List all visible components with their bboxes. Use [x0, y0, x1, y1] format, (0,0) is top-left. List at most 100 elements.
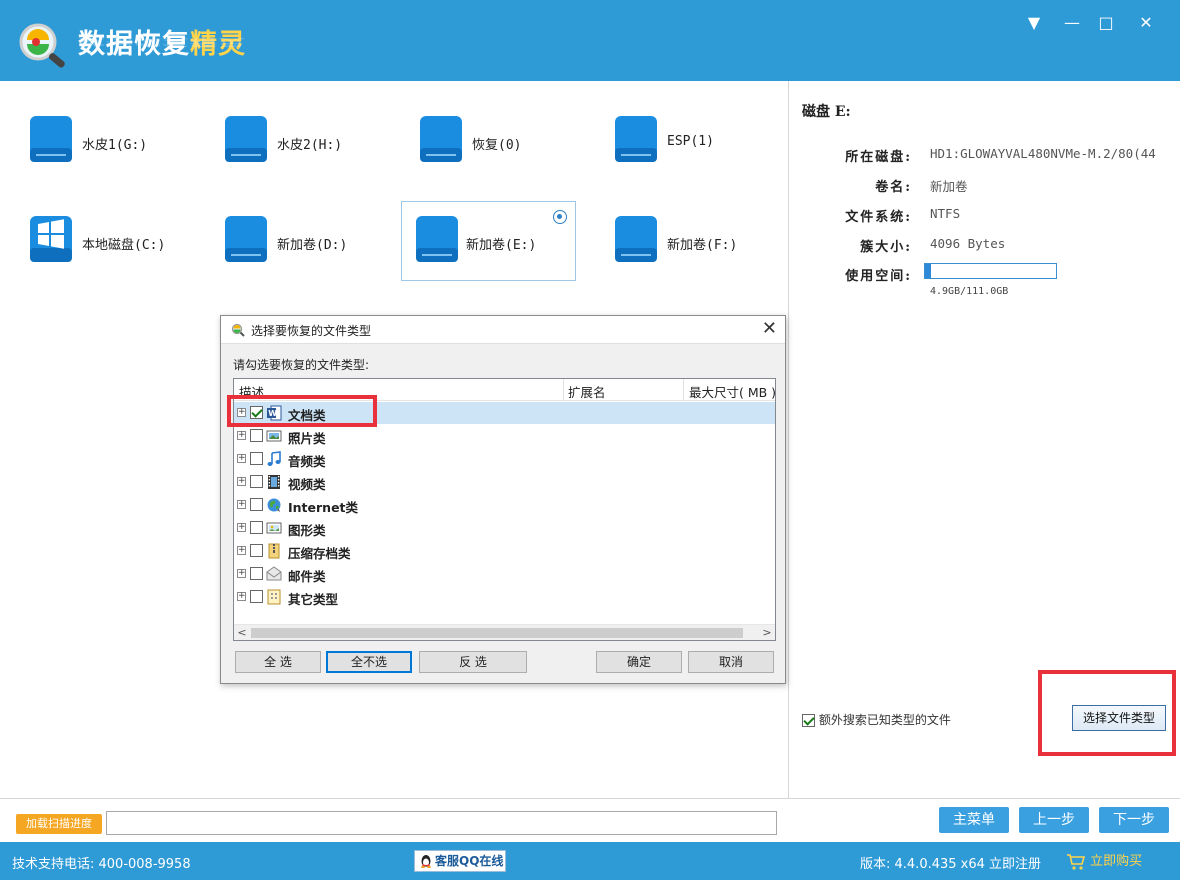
maximize-button[interactable]: □ [1094, 12, 1118, 34]
tree-row[interactable]: + 其它类型 [234, 586, 775, 608]
drive-label: 本地磁盘(C:) [82, 238, 166, 253]
drive-item[interactable]: 恢复(0) [396, 82, 571, 162]
extra-search-checkbox[interactable]: 额外搜索已知类型的文件 [802, 711, 951, 728]
drive-item[interactable]: 水皮2(H:) [201, 82, 376, 162]
column-max-size[interactable]: 最大尺寸( MB ) [689, 382, 775, 401]
info-row-filesystem: 文件系统: NTFS [790, 206, 1180, 226]
info-key: 文件系统: [845, 210, 912, 225]
tree-row[interactable]: + 邮件类 [234, 563, 775, 585]
tree-row[interactable]: + 照片类 [234, 425, 775, 447]
scroll-left-icon[interactable]: < [234, 625, 250, 640]
prev-step-button[interactable]: 上一步 [1019, 807, 1089, 833]
drive-icon [30, 116, 72, 162]
checkbox[interactable] [250, 498, 263, 511]
tree-row[interactable]: + 压缩存档类 [234, 540, 775, 562]
checkbox[interactable] [802, 714, 815, 727]
ok-button[interactable]: 确定 [596, 651, 682, 673]
drive-item[interactable]: 水皮1(G:) [6, 82, 181, 162]
drive-icon [420, 116, 462, 162]
tree-row-label: 其它类型 [288, 592, 339, 607]
windows-drive-icon [30, 216, 72, 262]
expand-icon[interactable]: + [237, 569, 246, 578]
drive-label: 水皮2(H:) [277, 138, 343, 153]
info-row-cluster: 簇大小: 4096 Bytes [790, 236, 1180, 256]
drive-label: ESP(1) [667, 134, 714, 149]
music-note-icon [267, 451, 281, 466]
close-button[interactable]: ✕ [1134, 12, 1158, 34]
checkbox[interactable] [250, 521, 263, 534]
info-value: NTFS [930, 206, 961, 221]
dialog-close-icon[interactable]: ✕ [762, 318, 777, 339]
photo-icon [266, 430, 282, 442]
progress-field [106, 811, 777, 835]
expand-icon[interactable]: + [237, 477, 246, 486]
expand-icon[interactable]: + [237, 546, 246, 555]
dialog-title: 选择要恢复的文件类型 [251, 324, 372, 338]
scroll-thumb[interactable] [251, 628, 743, 638]
drive-item-selected[interactable]: 新加卷(E:) [401, 201, 576, 281]
qq-penguin-icon [421, 855, 431, 868]
image-icon [266, 522, 282, 534]
checkbox[interactable] [250, 590, 263, 603]
tree-row[interactable]: + 图形类 [234, 517, 775, 539]
film-icon [268, 475, 280, 489]
app-title-reflection: 数据恢复精灵 [78, 36, 246, 48]
expand-icon[interactable]: + [237, 500, 246, 509]
info-row-disk: 所在磁盘: HD1:GLOWAYVAL480NVMe-M.2/80(44 [790, 146, 1180, 166]
usage-text: 4.9GB/111.0GB [930, 286, 1009, 297]
drive-item[interactable]: ESP(1) [591, 82, 766, 162]
mail-icon [266, 566, 282, 581]
buy-now-link[interactable]: 立即购买 [1066, 850, 1142, 871]
bottom-toolbar: 加载扫描进度 主菜单 上一步 下一步 [0, 798, 1180, 842]
main-menu-button[interactable]: 主菜单 [939, 807, 1009, 833]
buy-now-label: 立即购买 [1090, 854, 1143, 869]
expand-icon[interactable]: + [237, 431, 246, 440]
expand-icon[interactable]: + [237, 592, 246, 601]
load-scan-progress-button[interactable]: 加载扫描进度 [16, 814, 102, 834]
tree-row[interactable]: + Internet类 [234, 494, 775, 516]
usage-bar [924, 263, 1057, 279]
scroll-right-icon[interactable]: > [759, 625, 775, 640]
globe-icon [267, 498, 281, 512]
drive-item[interactable]: 本地磁盘(C:) [6, 182, 181, 262]
expand-icon[interactable]: + [237, 523, 246, 532]
next-step-button[interactable]: 下一步 [1099, 807, 1169, 833]
minimize-button[interactable]: — [1060, 12, 1084, 34]
tree-row-label: Internet类 [288, 500, 359, 515]
version-register[interactable]: 版本: 4.4.0.435 x64 立即注册 [860, 853, 1041, 872]
tree-row[interactable]: + 视频类 [234, 471, 775, 493]
tree-row-label: 视频类 [288, 477, 326, 492]
drive-icon [225, 116, 267, 162]
horizontal-scrollbar[interactable]: < > [234, 624, 775, 640]
checkbox[interactable] [250, 544, 263, 557]
info-value: 新加卷 [930, 179, 968, 194]
support-phone: 技术支持电话: 400-008-9958 [12, 857, 191, 872]
info-value: HD1:GLOWAYVAL480NVMe-M.2/80(44 [930, 146, 1156, 161]
qq-support-button[interactable]: 客服QQ在线 [414, 850, 506, 872]
checkbox[interactable] [250, 475, 263, 488]
invert-selection-button[interactable]: 反 选 [419, 651, 527, 673]
search-icon [231, 323, 245, 337]
cancel-button[interactable]: 取消 [688, 651, 774, 673]
checkbox[interactable] [250, 452, 263, 465]
disk-title: 磁盘 E: [802, 104, 851, 120]
drive-item[interactable]: 新加卷(D:) [201, 182, 376, 262]
menu-dropdown-icon[interactable]: ▼ [1022, 12, 1046, 34]
drive-icon [615, 216, 657, 262]
expand-icon[interactable]: + [237, 454, 246, 463]
tree-row[interactable]: + 音频类 [234, 448, 775, 470]
info-key: 簇大小: [860, 240, 912, 255]
drive-icon [225, 216, 267, 262]
selected-radio-icon[interactable] [553, 210, 567, 224]
select-none-button[interactable]: 全不选 [326, 651, 412, 673]
info-key: 卷名: [875, 180, 912, 195]
drive-item[interactable]: 新加卷(F:) [591, 182, 766, 262]
shopping-cart-icon [1067, 853, 1086, 870]
checkbox[interactable] [250, 429, 263, 442]
checkbox[interactable] [250, 567, 263, 580]
select-all-button[interactable]: 全 选 [235, 651, 321, 673]
info-key: 所在磁盘: [845, 150, 912, 165]
drive-icon [416, 216, 458, 262]
column-extension[interactable]: 扩展名 [568, 382, 606, 401]
drive-icon [615, 116, 657, 162]
